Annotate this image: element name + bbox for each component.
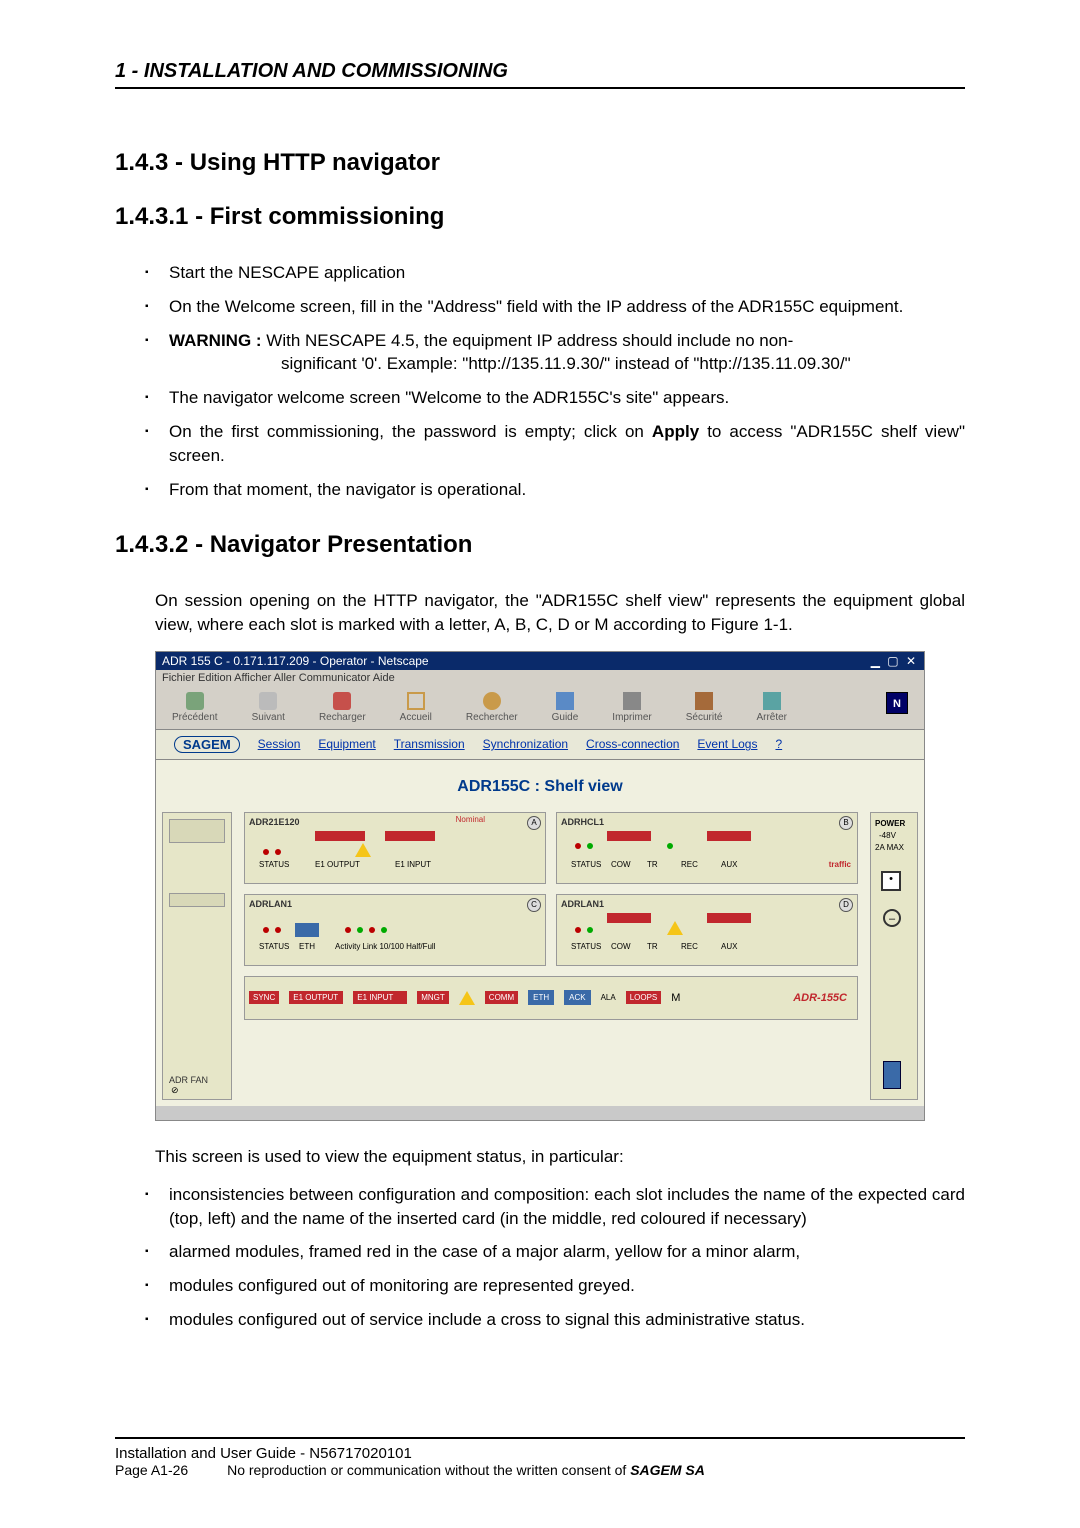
menubar[interactable]: Fichier Edition Afficher Aller Communica… (156, 670, 924, 686)
slot-d-card[interactable]: ADRLAN1 D STATUS COW TR REC AUX (556, 894, 858, 966)
tab-help[interactable]: ? (775, 737, 782, 751)
slot-a-card[interactable]: ADR21E120 Nominal A STATUS E1 OUTPUT E1 … (244, 812, 546, 884)
netscape-icon: N (886, 692, 908, 714)
chapter-title: 1 - INSTALLATION AND COMMISSIONING (115, 60, 508, 82)
list-item: alarmed modules, framed red in the case … (169, 1240, 965, 1264)
list-item: The navigator welcome screen "Welcome to… (169, 386, 965, 410)
sagem-logo: SAGEM (174, 736, 240, 753)
fan-module[interactable]: ADR FAN ⊘ (162, 812, 232, 1100)
list-item: modules configured out of service includ… (169, 1308, 965, 1332)
window-controls[interactable]: ▁ ▢ ✕ (871, 654, 918, 668)
tab-transmission[interactable]: Transmission (394, 737, 465, 751)
shelf-view-title: ADR155C : Shelf view (156, 760, 924, 806)
list-item: On the first commissioning, the password… (169, 420, 965, 468)
list-item: inconsistencies between configuration an… (169, 1183, 965, 1231)
warning-text-1: With NESCAPE 4.5, the equipment IP addre… (266, 331, 793, 350)
window-title: ADR 155 C - 0.171.117.209 - Operator - N… (162, 654, 429, 668)
security-button[interactable]: Sécurité (686, 692, 723, 723)
list-item: From that moment, the navigator is opera… (169, 478, 965, 502)
stop-button[interactable]: Arrêter (756, 692, 787, 723)
page-header: 1 - INSTALLATION AND COMMISSIONING (115, 60, 965, 89)
reload-button[interactable]: Recharger (319, 692, 366, 723)
nav-back-button[interactable]: Précédent (172, 692, 218, 723)
tab-session[interactable]: Session (258, 737, 301, 751)
window-titlebar: ADR 155 C - 0.171.117.209 - Operator - N… (156, 652, 924, 670)
fan-label: ADR FAN (169, 1075, 208, 1085)
bullet-list-1: Start the NESCAPE application On the Wel… (169, 261, 965, 501)
list-item: Start the NESCAPE application (169, 261, 965, 285)
nav-forward-button[interactable]: Suivant (252, 692, 285, 723)
page-footer: Installation and User Guide - N567170201… (115, 1437, 965, 1478)
slot-b-card[interactable]: ADRHCL1 B STATUS COW TR REC AUX (556, 812, 858, 884)
bullet-list-2: inconsistencies between configuration an… (169, 1183, 965, 1332)
page-number: Page A1-26 (115, 1462, 188, 1478)
adr155c-brand: ADR-155C (793, 992, 853, 1004)
toolbar: Précédent Suivant Recharger Accueil Rech… (156, 686, 924, 730)
print-button[interactable]: Imprimer (612, 692, 651, 723)
list-item: On the Welcome screen, fill in the "Addr… (169, 295, 965, 319)
guide-button[interactable]: Guide (552, 692, 579, 723)
sagem-brand: SAGEM SA (630, 1462, 705, 1478)
heading-1-4-3: 1.4.3 - Using HTTP navigator (115, 149, 965, 177)
footer-line-1: Installation and User Guide - N567170201… (115, 1445, 965, 1462)
screenshot-shelf-view: ADR 155 C - 0.171.117.209 - Operator - N… (155, 651, 925, 1121)
warning-label: WARNING : (169, 331, 262, 350)
power-module[interactable]: POWER -48V 2A MAX • – (870, 812, 918, 1100)
copyright-text: No reproduction or communication without… (227, 1462, 630, 1478)
paragraph-intro: On session opening on the HTTP navigator… (155, 589, 965, 637)
tab-cross-connection[interactable]: Cross-connection (586, 737, 679, 751)
heading-1-4-3-2: 1.4.3.2 - Navigator Presentation (115, 531, 965, 559)
search-button[interactable]: Rechercher (466, 692, 518, 723)
list-item: modules configured out of monitoring are… (169, 1274, 965, 1298)
heading-1-4-3-1: 1.4.3.1 - First commissioning (115, 203, 965, 231)
warning-text-2: significant '0'. Example: "http://135.11… (281, 352, 965, 376)
home-button[interactable]: Accueil (400, 692, 432, 723)
slot-c-card[interactable]: ADRLAN1 C STATUS ETH Activity Link 10/1 (244, 894, 546, 966)
list-item-warning: WARNING : With NESCAPE 4.5, the equipmen… (169, 329, 965, 377)
paragraph-status: This screen is used to view the equipmen… (155, 1145, 965, 1169)
nav-tabs: SAGEM Session Equipment Transmission Syn… (156, 730, 924, 760)
slot-m-card[interactable]: SYNC E1 OUTPUT E1 INPUT MNGT COMM ETH AC… (244, 976, 858, 1020)
tab-synchronization[interactable]: Synchronization (483, 737, 568, 751)
tab-event-logs[interactable]: Event Logs (697, 737, 757, 751)
apply-keyword: Apply (652, 422, 699, 441)
tab-equipment[interactable]: Equipment (318, 737, 375, 751)
